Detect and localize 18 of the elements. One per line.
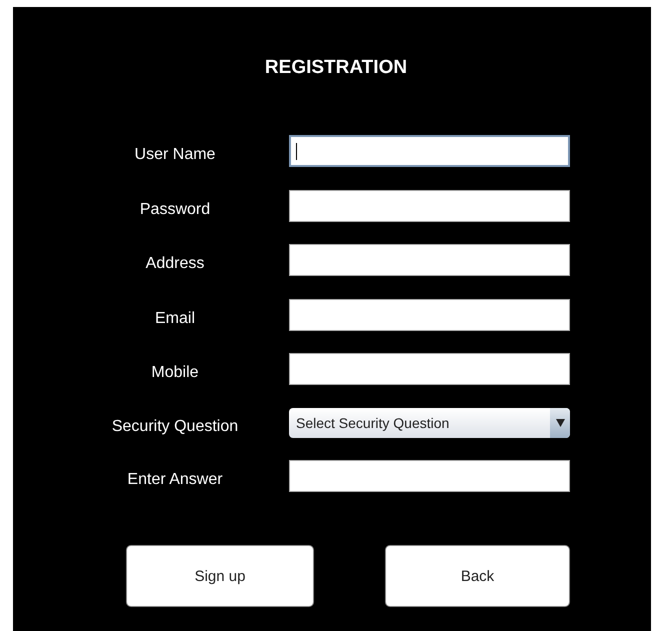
back-button[interactable]: Back <box>385 545 570 607</box>
form-title: REGISTRATION <box>264 57 408 79</box>
dropdown-arrow-icon <box>556 418 564 426</box>
field-label: Password <box>138 200 212 218</box>
input-field[interactable] <box>289 353 570 385</box>
field-label: Security Question <box>110 418 240 436</box>
input-field[interactable] <box>289 298 570 330</box>
field-label: Enter Answer <box>126 471 224 489</box>
security-question-dropdown[interactable]: Select Security Question <box>289 408 570 438</box>
input-field[interactable] <box>289 135 570 167</box>
field-label: Address <box>144 255 206 273</box>
input-field[interactable] <box>289 244 570 276</box>
field-label: Email <box>154 310 196 328</box>
input-field[interactable] <box>289 460 570 492</box>
input-field[interactable] <box>289 190 570 222</box>
sign-up-button[interactable]: Sign up <box>126 545 314 607</box>
field-label: User Name <box>134 146 216 164</box>
field-label: Mobile <box>150 364 200 382</box>
